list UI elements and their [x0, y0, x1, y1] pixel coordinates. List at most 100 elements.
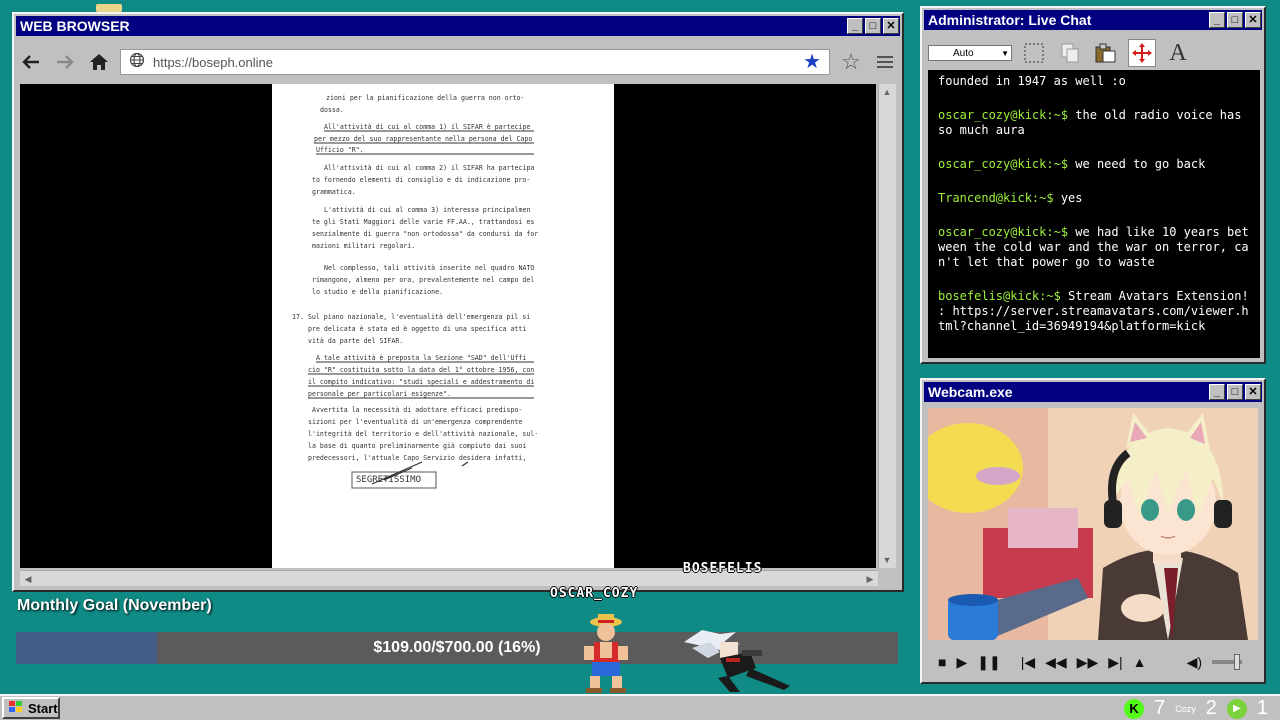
document-line: Ufficio "R". [316, 146, 364, 154]
scroll-down-arrow-icon[interactable]: ▼ [879, 552, 895, 568]
document-line: personale per particolari esigenze". [308, 390, 451, 398]
tray-count-cozy: 2 [1205, 697, 1217, 719]
paste-icon[interactable] [1092, 39, 1120, 67]
tray-count-kick: 7 [1154, 697, 1166, 719]
skip-back-icon[interactable]: |◀ [1021, 654, 1035, 671]
document-line: sizioni per l'eventualità di un'emergenz… [308, 418, 522, 426]
desktop-icon-stub[interactable] [96, 4, 122, 12]
taskbar: Start K 7 Cozy 2 ▶ 1 [0, 694, 1280, 720]
chat-message: founded in 1947 as well :o [938, 74, 1126, 88]
document-line: L'attività di cui al comma 3) interessa … [324, 206, 530, 214]
anime-avatar-image [928, 408, 1258, 640]
document-line: te gli Stati Maggiori delle varie FF.AA.… [312, 218, 534, 226]
maximize-button[interactable]: □ [1227, 384, 1243, 400]
document-line: zioni per la pianificazione della guerra… [326, 94, 525, 102]
document-line: A tale attività è preposta la Sezione "S… [316, 354, 526, 362]
close-button[interactable]: ✕ [883, 18, 899, 34]
webcam-titlebar[interactable]: Webcam.exe _ □ ✕ [924, 382, 1262, 402]
rewind-icon[interactable]: ◀◀ [1045, 654, 1067, 671]
document-line: All'attività di cui al comma 1) il SIFAR… [324, 123, 530, 131]
minimize-button[interactable]: _ [1209, 384, 1225, 400]
webcam-view [928, 408, 1258, 640]
pirate-avatar-sprite [584, 614, 628, 693]
chevron-down-icon: ▼ [1001, 48, 1009, 58]
browser-window: WEB BROWSER _ □ ✕ ★ ☆ zioni p [12, 12, 904, 592]
document-line: mazioni militari regolari. [312, 242, 415, 250]
document-line: l'integrità del territorio e dell'attivi… [308, 430, 538, 438]
favorites-star-icon[interactable]: ☆ [838, 49, 864, 75]
webcam-title: Webcam.exe [928, 384, 1013, 400]
browser-title: WEB BROWSER [20, 18, 130, 34]
start-button[interactable]: Start [2, 697, 60, 719]
document-line: dossa. [320, 106, 344, 114]
chat-title: Administrator: Live Chat [928, 12, 1092, 28]
play-circle-icon[interactable]: ▶ [1226, 698, 1247, 719]
start-label: Start [28, 700, 58, 716]
bookmark-filled-star-icon[interactable]: ★ [803, 52, 821, 72]
volume-icon[interactable]: ◀) [1187, 654, 1202, 671]
pause-icon[interactable]: ❚❚ [977, 654, 1000, 671]
kick-icon[interactable]: K [1124, 698, 1145, 719]
fast-forward-icon[interactable]: ▶▶ [1077, 654, 1099, 671]
font-size-value: Auto [953, 47, 974, 59]
home-icon[interactable] [86, 49, 112, 75]
close-button[interactable]: ✕ [1245, 12, 1261, 28]
system-tray: K 7 Cozy 2 ▶ 1 [1124, 697, 1268, 720]
scroll-left-arrow-icon[interactable]: ◀ [20, 571, 36, 587]
document-text: zioni per la pianificazione della guerra… [292, 94, 538, 489]
browser-toolbar: ★ ☆ [18, 44, 898, 80]
document-line: Nel complesso, tali attività inserite ne… [324, 264, 534, 272]
windows-logo-icon [8, 700, 24, 717]
avatar-name-label: OSCAR_COZY [550, 586, 639, 601]
minimize-button[interactable]: _ [1209, 12, 1225, 28]
minimize-button[interactable]: _ [847, 18, 863, 34]
webcam-window: Webcam.exe _ □ ✕ ■ ▶ ❚❚ |◀ ◀◀ ▶▶ ▶| ▲ ◀) [920, 378, 1266, 684]
skip-forward-icon[interactable]: ▶| [1108, 654, 1122, 671]
scroll-right-arrow-icon[interactable]: ▶ [862, 571, 878, 587]
document-line: to fornendo elementi di consiglio e di i… [312, 176, 530, 184]
document-line: 17. Sul piano nazionale, l'eventualità d… [292, 313, 530, 321]
globe-icon [129, 52, 145, 73]
back-arrow-icon[interactable] [18, 49, 44, 75]
stop-icon[interactable]: ■ [938, 654, 946, 670]
document-line: per mezzo del suo rappresentante nella p… [314, 135, 532, 143]
url-input[interactable] [153, 54, 796, 70]
chat-log: founded in 1947 as well :o oscar_cozy@ki… [928, 70, 1260, 358]
address-bar[interactable]: ★ [120, 49, 830, 75]
menu-icon[interactable] [872, 49, 898, 75]
chat-window: Administrator: Live Chat _ □ ✕ Auto ▼ A … [920, 6, 1266, 364]
tray-count-other: 1 [1256, 697, 1268, 719]
maximize-button[interactable]: □ [1227, 12, 1243, 28]
document-line: pre delicata è stata ed è oggetto di una… [308, 325, 526, 333]
document-page: zioni per la pianificazione della guerra… [272, 84, 614, 568]
move-icon[interactable] [1128, 39, 1156, 67]
document-line: il compito indicativo: "studi speciali e… [308, 378, 534, 386]
cozy-label: Cozy [1175, 703, 1196, 714]
browser-viewport[interactable]: zioni per la pianificazione della guerra… [20, 84, 876, 568]
scroll-up-arrow-icon[interactable]: ▲ [879, 84, 895, 100]
chat-message: oscar_cozy@kick:~$ the old radio voice h… [938, 108, 1242, 137]
copy-icon[interactable] [1056, 39, 1084, 67]
close-button[interactable]: ✕ [1245, 384, 1261, 400]
document-line: rimangono, almeno per ora, prevalentemen… [312, 276, 534, 284]
browser-titlebar[interactable]: WEB BROWSER _ □ ✕ [16, 16, 900, 36]
chat-toolbar: Auto ▼ A [926, 36, 1260, 70]
vertical-scrollbar[interactable]: ▲ ▼ [878, 84, 896, 568]
select-rectangle-icon[interactable] [1020, 39, 1048, 67]
font-icon[interactable]: A [1164, 39, 1192, 67]
eject-icon[interactable]: ▲ [1133, 654, 1147, 670]
document-line: grammatica. [312, 188, 356, 196]
forward-arrow-icon[interactable] [52, 49, 78, 75]
volume-slider[interactable] [1212, 654, 1242, 670]
maximize-button[interactable]: □ [865, 18, 881, 34]
play-icon[interactable]: ▶ [956, 654, 967, 671]
chat-titlebar[interactable]: Administrator: Live Chat _ □ ✕ [924, 10, 1262, 30]
document-line: senzialmente di guerra "non ortodossa" d… [312, 230, 538, 238]
document-line: la base di quanto preliminarmente già co… [308, 442, 526, 450]
goal-title: Monthly Goal (November) [17, 597, 212, 614]
document-line: All'attività di cui al comma 2) il SIFAR… [324, 164, 534, 172]
document-line: predecessori, l'attuale Capo Servizio de… [308, 454, 526, 462]
font-size-select[interactable]: Auto ▼ [928, 45, 1012, 61]
document-line: vità da parte del SIFAR. [308, 337, 403, 345]
chat-message: bosefelis@kick:~$ Stream Avatars Extensi… [938, 289, 1249, 333]
